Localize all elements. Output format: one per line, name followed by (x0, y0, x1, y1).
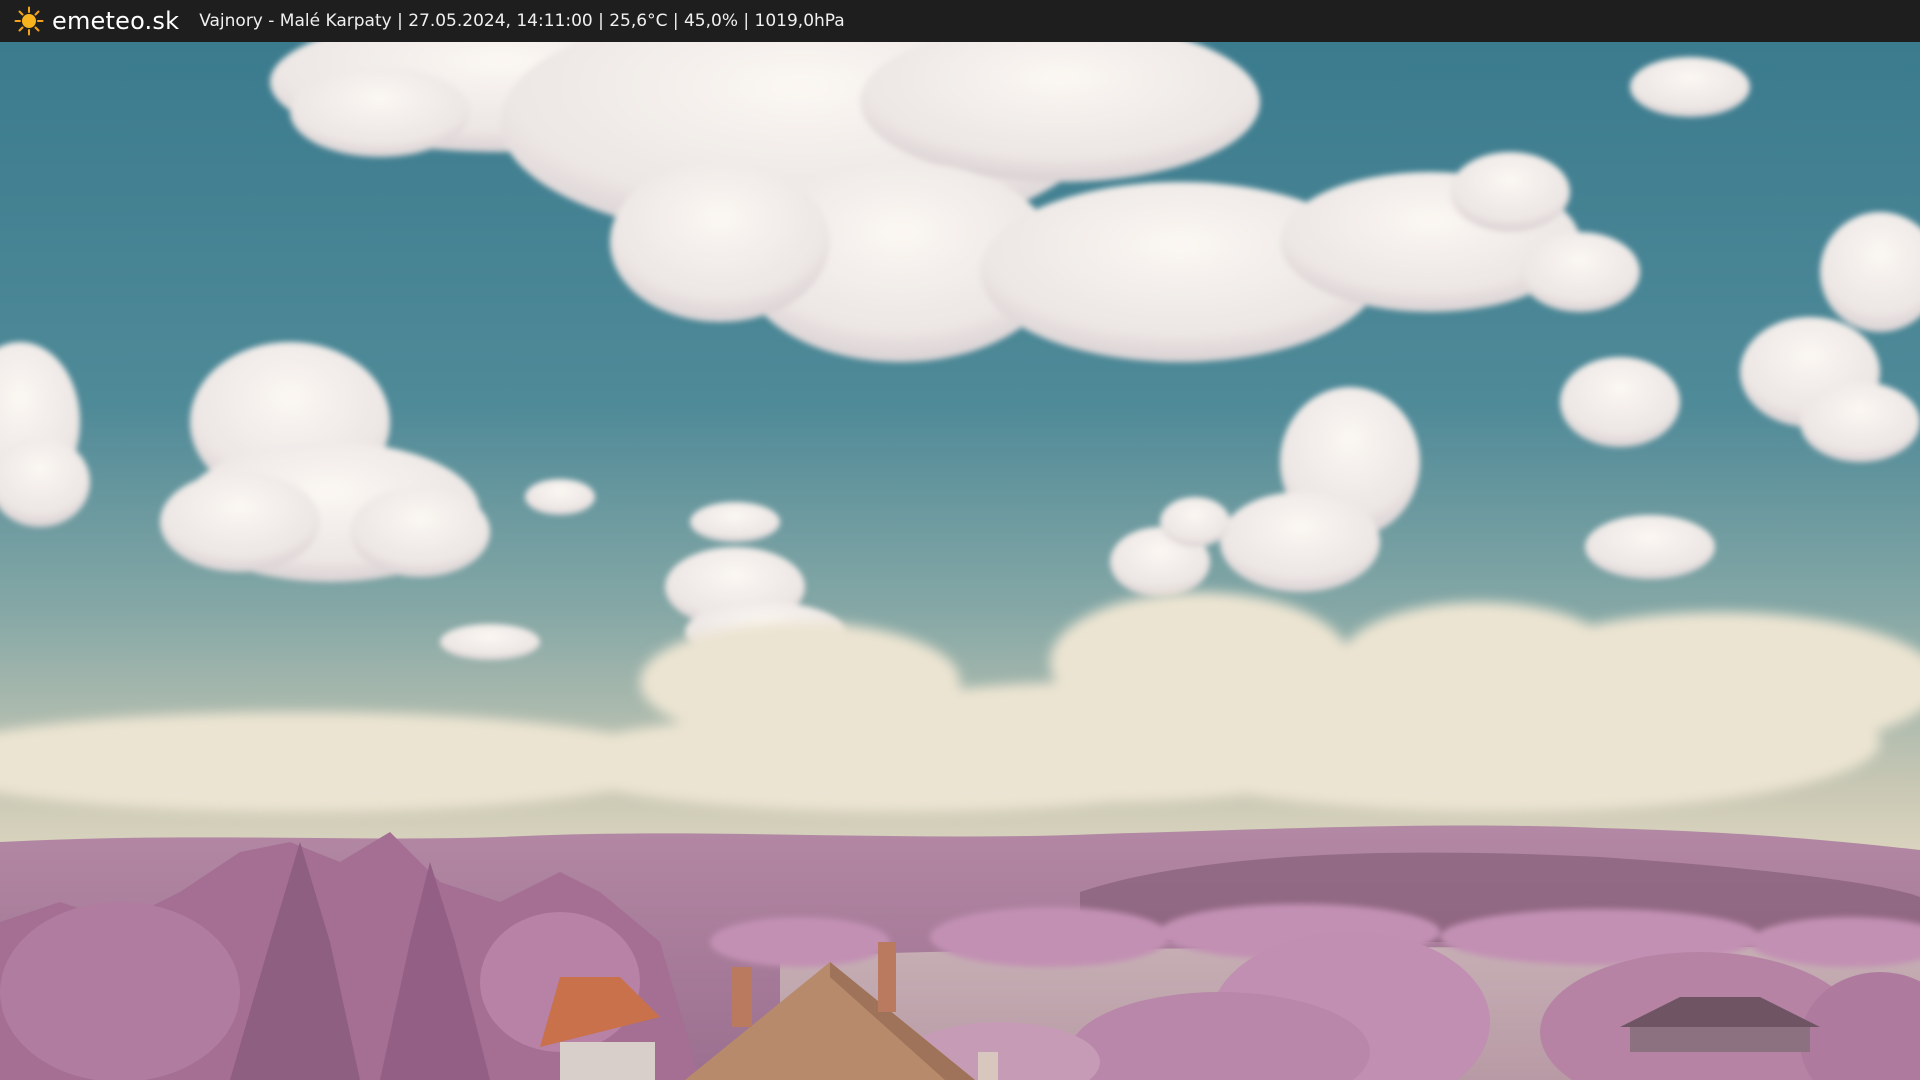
top-bar: emeteo.sk Vajnory - Malé Karpaty | 27.05… (0, 0, 1920, 42)
sun-icon (14, 6, 44, 36)
weather-status-text: Vajnory - Malé Karpaty | 27.05.2024, 14:… (199, 11, 845, 31)
webcam-image (0, 42, 1920, 1080)
brand-logo-text[interactable]: emeteo.sk (52, 7, 179, 35)
